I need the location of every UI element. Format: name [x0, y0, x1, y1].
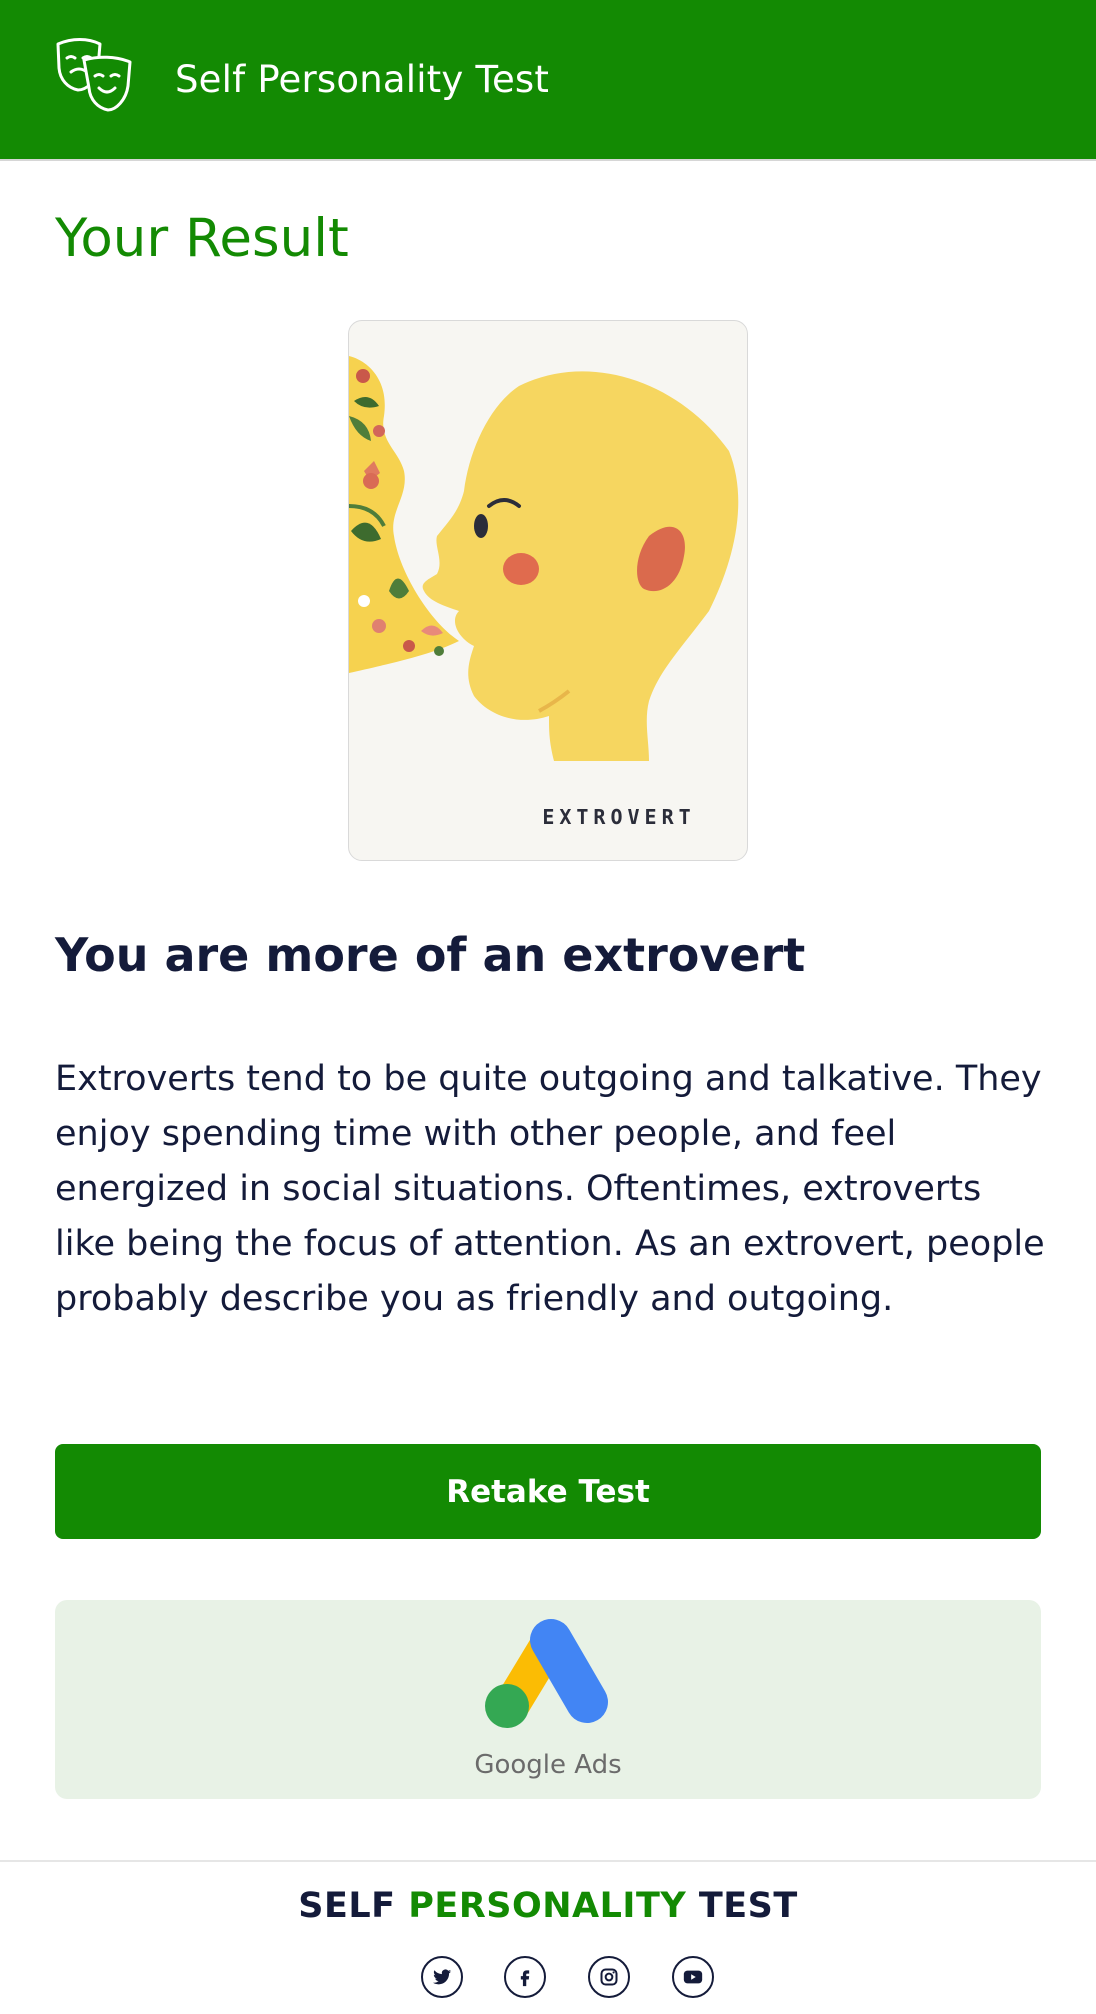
footer-brand-part3: TEST — [686, 1886, 798, 1926]
facebook-icon[interactable] — [504, 1956, 546, 1998]
ad-text: Google Ads — [474, 1750, 622, 1780]
card-label: EXTROVERT — [542, 805, 696, 829]
footer-brand-part1: SELF — [298, 1886, 409, 1926]
instagram-icon[interactable] — [588, 1956, 630, 1998]
twitter-icon[interactable] — [421, 1956, 463, 1998]
footer-brand-part2: PERSONALITY — [408, 1886, 687, 1926]
result-description: Extroverts tend to be quite outgoing and… — [55, 1059, 1045, 1319]
app-header: Self Personality Test — [0, 0, 1096, 161]
result-section-title: Your Result — [55, 208, 349, 269]
extrovert-illustration — [349, 356, 739, 761]
youtube-icon[interactable] — [672, 1956, 714, 1998]
footer-divider — [0, 1860, 1096, 1862]
retake-test-button[interactable]: Retake Test — [55, 1444, 1041, 1539]
footer-brand: SELF PERSONALITY TEST — [0, 1886, 1096, 1926]
app-title: Self Personality Test — [175, 58, 550, 101]
result-headline: You are more of an extrovert — [55, 928, 806, 982]
ad-banner[interactable]: Google Ads — [55, 1600, 1041, 1799]
theater-masks-icon[interactable] — [54, 38, 136, 120]
google-ads-logo — [485, 1619, 608, 1728]
social-links — [0, 1956, 1096, 2000]
result-illustration-card: EXTROVERT — [348, 320, 748, 861]
